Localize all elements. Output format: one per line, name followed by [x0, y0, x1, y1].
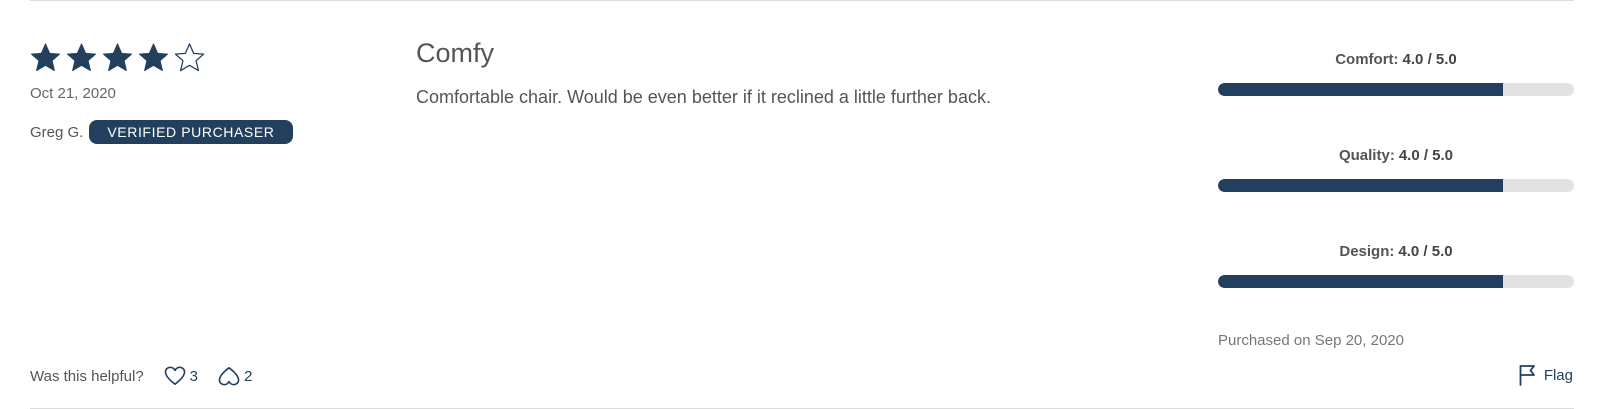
rating-bar-fill — [1218, 275, 1503, 288]
helpful-label: Was this helpful? — [30, 367, 144, 385]
rating-bar-fill — [1218, 179, 1503, 192]
star-outline-icon — [174, 43, 205, 72]
rating-name: Comfort: — [1335, 51, 1399, 68]
star-rating — [30, 42, 205, 73]
helpful-vote-button[interactable]: 3 — [164, 366, 198, 386]
rating-name: Quality: — [1338, 147, 1395, 164]
flag-icon — [1519, 365, 1535, 386]
verified-purchaser-badge: VERIFIED PURCHASER — [89, 120, 293, 144]
rating-label: Quality: 4.0 / 5.0 — [1218, 146, 1574, 166]
rating-bar — [1218, 179, 1574, 192]
heart-down-icon — [218, 367, 240, 386]
rating-value: 4.0 / 5.0 — [1402, 51, 1457, 68]
unhelpful-vote-button[interactable]: 2 — [218, 366, 252, 386]
author-name: Greg G. — [30, 123, 84, 141]
rating-quality: Quality: 4.0 / 5.0 — [1218, 146, 1574, 192]
star-filled-icon — [30, 43, 61, 72]
purchase-date: Purchased on Sep 20, 2020 — [1218, 332, 1404, 349]
rating-label: Comfort: 4.0 / 5.0 — [1218, 50, 1574, 70]
helpful-count: 3 — [189, 367, 199, 385]
rating-design: Design: 4.0 / 5.0 — [1218, 242, 1574, 288]
rating-value: 4.0 / 5.0 — [1398, 147, 1454, 164]
rating-label: Design: 4.0 / 5.0 — [1218, 242, 1574, 262]
review-card: Oct 21, 2020 Greg G. VERIFIED PURCHASER … — [0, 0, 1600, 409]
review-body: Comfortable chair. Would be even better … — [416, 87, 991, 107]
flag-button[interactable]: Flag — [1518, 364, 1573, 386]
rating-comfort: Comfort: 4.0 / 5.0 — [1218, 50, 1574, 96]
author-row: Greg G. VERIFIED PURCHASER — [30, 120, 293, 144]
unhelpful-count: 2 — [244, 367, 253, 385]
rating-bar — [1218, 83, 1574, 96]
flag-label: Flag — [1543, 366, 1573, 384]
top-divider — [30, 0, 1574, 1]
rating-bar-fill — [1218, 83, 1503, 96]
rating-value: 4.0 / 5.0 — [1398, 243, 1453, 260]
review-title: Comfy — [416, 38, 495, 68]
star-filled-icon — [66, 43, 97, 72]
heart-icon — [164, 366, 186, 385]
star-filled-icon — [138, 43, 169, 72]
helpful-section: Was this helpful? 3 2 — [30, 366, 252, 386]
rating-bar — [1218, 275, 1574, 288]
review-date: Oct 21, 2020 — [30, 85, 116, 102]
star-filled-icon — [102, 43, 133, 72]
rating-name: Design: — [1339, 243, 1395, 260]
